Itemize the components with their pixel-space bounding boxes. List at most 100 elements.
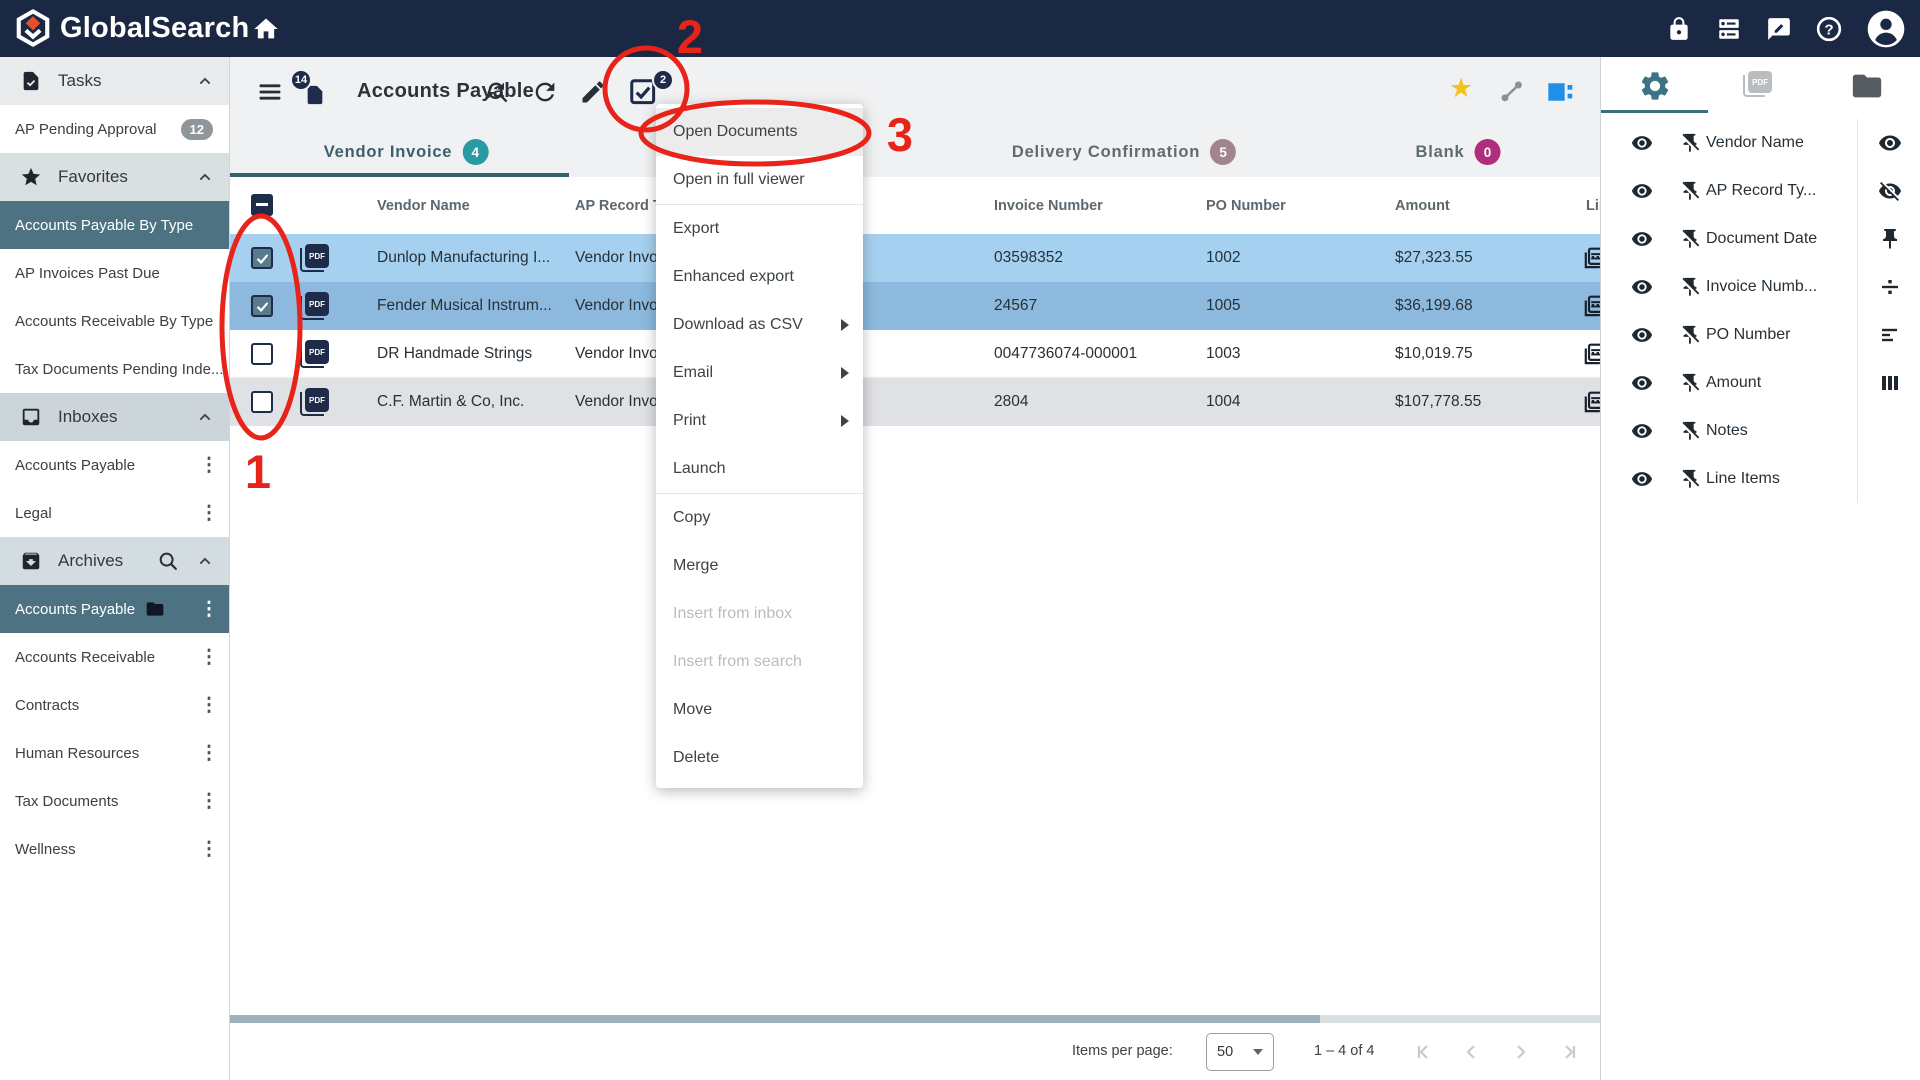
pin-off-icon[interactable] (1679, 468, 1701, 490)
scrollbar-thumb[interactable] (230, 1015, 1320, 1023)
chevron-up-icon[interactable] (195, 407, 215, 427)
sort-lines-icon[interactable] (1878, 323, 1902, 347)
menu-item-launch[interactable]: Launch (656, 445, 863, 493)
menu-icon[interactable] (256, 78, 284, 106)
column-header-invoice-number[interactable]: Invoice Number (994, 198, 1103, 214)
menu-item-open-in-full-viewer[interactable]: Open in full viewer (656, 156, 863, 204)
kebab-menu-icon[interactable]: ⋮ (197, 729, 221, 777)
kebab-menu-icon[interactable]: ⋮ (197, 681, 221, 729)
pin-off-icon[interactable] (1679, 228, 1701, 250)
visibility-eye-icon[interactable] (1631, 276, 1653, 298)
pin-off-icon[interactable] (1679, 420, 1701, 442)
visibility-eye-icon[interactable] (1631, 468, 1653, 490)
table-row[interactable]: PDF Dunlop Manufacturing I... Vendor Inv… (230, 234, 1600, 282)
tasks-section-header[interactable]: Tasks (0, 57, 229, 105)
settings-gear-icon[interactable] (1638, 69, 1672, 103)
sidebar-archive-accounts-receivable[interactable]: Accounts Receivable ⋮ (0, 633, 229, 681)
pdf-viewer-tab-icon[interactable]: PDF (1743, 69, 1779, 103)
chevron-up-icon[interactable] (195, 167, 215, 187)
kebab-menu-icon[interactable]: ⋮ (197, 585, 221, 633)
sidebar-item-ap-pending-approval[interactable]: AP Pending Approval 12 (0, 105, 229, 153)
menu-item-open-documents[interactable]: Open Documents (656, 108, 863, 156)
favorite-star-icon[interactable]: ★ (1449, 74, 1477, 102)
tab-vendor-invoice[interactable]: Vendor Invoice 4 (324, 127, 489, 177)
folder-tab-icon[interactable] (1850, 69, 1884, 103)
chevron-up-icon[interactable] (195, 71, 215, 91)
column-header-vendor-name[interactable]: Vendor Name (377, 198, 470, 214)
inboxes-section-header[interactable]: Inboxes (0, 393, 229, 441)
visibility-eye-icon[interactable] (1631, 420, 1653, 442)
row-checkbox[interactable] (251, 247, 273, 269)
edit-icon[interactable] (579, 78, 607, 106)
previous-page-icon[interactable] (1460, 1040, 1484, 1064)
tab-blank[interactable]: Blank 0 (1416, 127, 1501, 177)
sidebar-item-accounts-receivable-by-type[interactable]: Accounts Receivable By Type (0, 297, 229, 345)
home-icon[interactable] (252, 15, 280, 43)
horizontal-scrollbar[interactable] (230, 1015, 1600, 1023)
select-all-checkbox[interactable] (251, 194, 273, 216)
menu-item-export[interactable]: Export (656, 205, 863, 253)
sidebar-archive-tax-documents[interactable]: Tax Documents ⋮ (0, 777, 229, 825)
kebab-menu-icon[interactable]: ⋮ (197, 633, 221, 681)
menu-item-merge[interactable]: Merge (656, 542, 863, 590)
help-icon[interactable]: ? (1816, 16, 1842, 42)
menu-item-email[interactable]: Email (656, 349, 863, 397)
items-per-page-select[interactable]: 50 (1206, 1033, 1274, 1071)
pin-icon[interactable] (1878, 227, 1902, 251)
tab-delivery-confirmation[interactable]: Delivery Confirmation 5 (1012, 127, 1236, 177)
visibility-eye-icon[interactable] (1631, 372, 1653, 394)
sidebar-item-ap-invoices-past-due[interactable]: AP Invoices Past Due (0, 249, 229, 297)
feedback-icon[interactable] (1766, 16, 1792, 42)
chevron-up-icon[interactable] (195, 551, 215, 571)
pin-off-icon[interactable] (1679, 180, 1701, 202)
visibility-eye-icon[interactable] (1631, 132, 1653, 154)
row-checkbox[interactable] (251, 343, 273, 365)
table-row[interactable]: PDF Fender Musical Instrum... Vendor Inv… (230, 282, 1600, 330)
menu-item-print[interactable]: Print (656, 397, 863, 445)
sidebar-archive-contracts[interactable]: Contracts ⋮ (0, 681, 229, 729)
sidebar-archive-human-resources[interactable]: Human Resources ⋮ (0, 729, 229, 777)
visibility-eye-icon[interactable] (1631, 324, 1653, 346)
pin-off-icon[interactable] (1679, 132, 1701, 154)
kebab-menu-icon[interactable]: ⋮ (197, 825, 221, 873)
next-page-icon[interactable] (1508, 1040, 1532, 1064)
kebab-menu-icon[interactable]: ⋮ (197, 441, 221, 489)
archives-section-header[interactable]: Archives (0, 537, 229, 585)
menu-item-delete[interactable]: Delete (656, 734, 863, 782)
menu-item-enhanced-export[interactable]: Enhanced export (656, 253, 863, 301)
visibility-eye-icon[interactable] (1631, 228, 1653, 250)
pin-off-icon[interactable] (1679, 276, 1701, 298)
share-icon[interactable] (1498, 78, 1526, 106)
search-icon[interactable] (157, 550, 179, 572)
favorites-section-header[interactable]: Favorites (0, 153, 229, 201)
first-page-icon[interactable] (1412, 1040, 1436, 1064)
sidebar-item-tax-documents-pending[interactable]: Tax Documents Pending Inde... (0, 345, 229, 393)
sidebar-item-accounts-payable-by-type[interactable]: Accounts Payable By Type (0, 201, 229, 249)
sidebar-inbox-accounts-payable[interactable]: Accounts Payable ⋮ (0, 441, 229, 489)
find-replace-icon[interactable] (483, 78, 511, 106)
pin-off-icon[interactable] (1679, 324, 1701, 346)
show-all-eye-icon[interactable] (1878, 131, 1902, 155)
lock-icon[interactable] (1666, 16, 1692, 42)
avatar[interactable] (1866, 9, 1906, 49)
split-view-icon[interactable] (1546, 78, 1574, 106)
menu-item-download-as-csv[interactable]: Download as CSV (656, 301, 863, 349)
hide-all-eye-off-icon[interactable] (1878, 179, 1902, 203)
kebab-menu-icon[interactable]: ⋮ (197, 489, 221, 537)
table-row[interactable]: PDF DR Handmade Strings Vendor Invoice 0… (230, 330, 1600, 378)
sidebar-inbox-legal[interactable]: Legal ⋮ (0, 489, 229, 537)
row-checkbox[interactable] (251, 391, 273, 413)
sidebar-archive-accounts-payable[interactable]: Accounts Payable ⋮ (0, 585, 229, 633)
pin-off-icon[interactable] (1679, 372, 1701, 394)
last-page-icon[interactable] (1557, 1040, 1581, 1064)
table-row[interactable]: PDF C.F. Martin & Co, Inc. Vendor Invoic… (230, 378, 1600, 426)
row-checkbox[interactable] (251, 295, 273, 317)
column-header-po-number[interactable]: PO Number (1206, 198, 1286, 214)
columns-icon[interactable] (1878, 371, 1902, 395)
column-header-amount[interactable]: Amount (1395, 198, 1450, 214)
sidebar-archive-wellness[interactable]: Wellness ⋮ (0, 825, 229, 873)
menu-item-copy[interactable]: Copy (656, 494, 863, 542)
kebab-menu-icon[interactable]: ⋮ (197, 777, 221, 825)
visibility-eye-icon[interactable] (1631, 180, 1653, 202)
view-list-icon[interactable] (1716, 16, 1742, 42)
